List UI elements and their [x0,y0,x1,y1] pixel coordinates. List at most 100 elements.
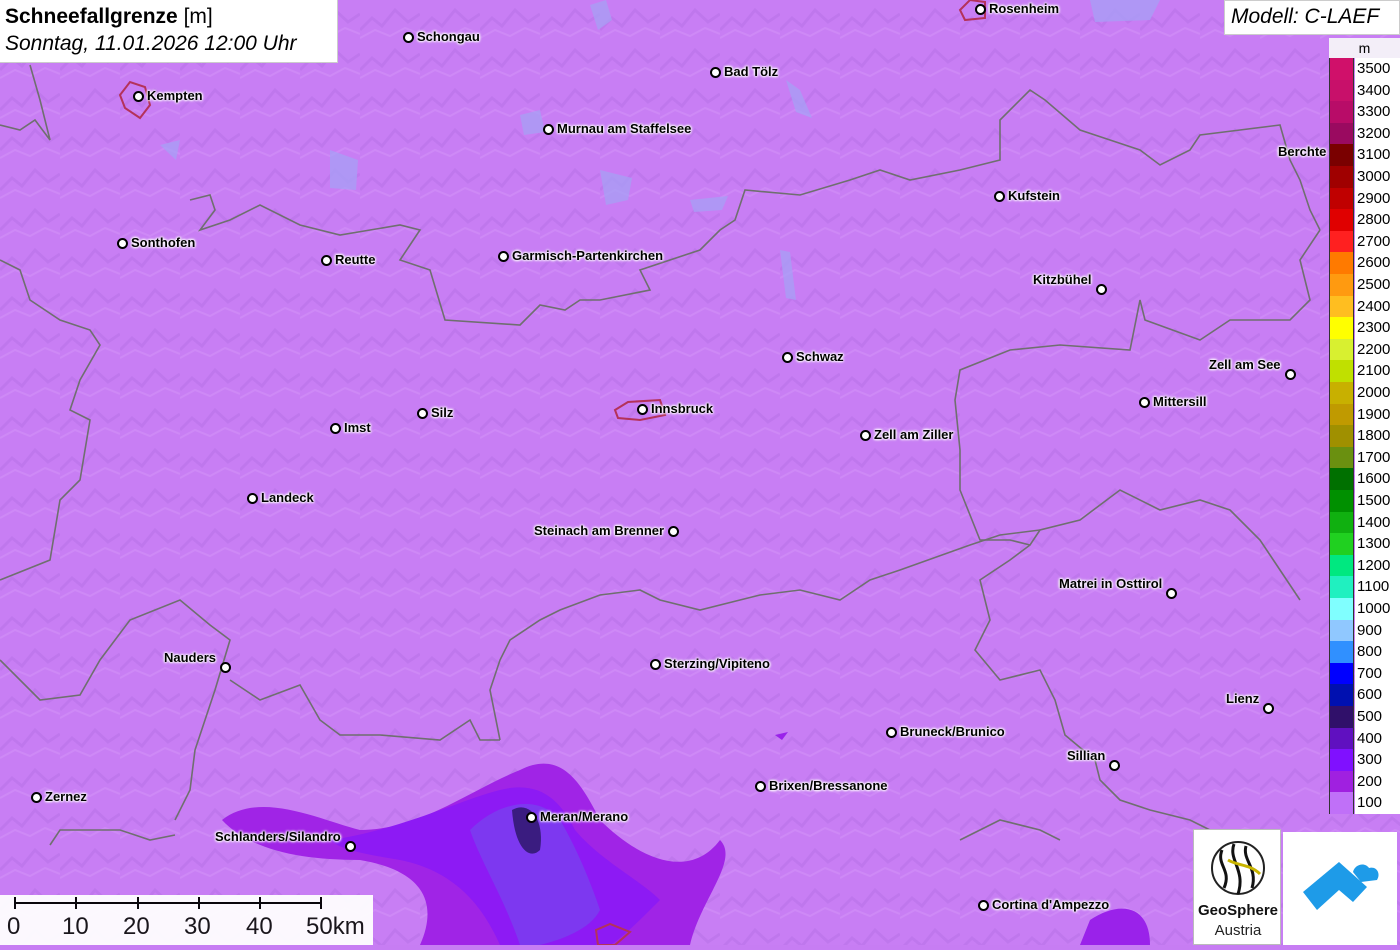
city-label[interactable]: Meran/Merano [540,809,628,824]
city-marker[interactable] [859,429,871,441]
city-label[interactable]: Sillian [1067,748,1105,763]
scale-tick [14,897,16,909]
city-label[interactable]: Sterzing/Vipiteno [664,656,770,671]
city-marker[interactable] [636,403,648,415]
city-marker[interactable] [977,899,989,911]
legend-row: 600 [1329,684,1400,706]
city-label[interactable]: Cortina d'Ampezzo [992,897,1109,912]
city-label[interactable]: Kitzbühel [1033,272,1092,287]
city-label[interactable]: Zell am See [1209,357,1281,372]
legend-swatch [1329,662,1354,685]
city-label[interactable]: Schongau [417,29,480,44]
city-marker[interactable] [344,840,356,852]
legend-swatch [1329,274,1354,296]
city-label[interactable]: Kempten [147,88,203,103]
city-label[interactable]: Zell am Ziller [874,427,953,442]
legend-row: 2900 [1329,187,1400,210]
city-label[interactable]: Innsbruck [651,401,713,416]
legend-row: 900 [1329,619,1400,642]
city-label[interactable]: Rosenheim [989,1,1059,16]
city-label[interactable]: Steinach am Brenner [534,523,664,538]
legend-row: 1900 [1329,403,1400,426]
city-marker[interactable] [246,492,258,504]
city-marker[interactable] [885,726,897,738]
city-marker[interactable] [709,66,721,78]
legend-swatch [1329,641,1354,663]
legend-swatch [1329,58,1354,80]
geosphere-mark-icon [1211,841,1265,895]
city-label[interactable]: Bruneck/Brunico [900,724,1005,739]
legend-label: 1600 [1355,468,1400,490]
city-marker[interactable] [116,237,128,249]
city-marker[interactable] [1095,283,1107,295]
city-marker[interactable] [402,31,414,43]
city-label[interactable]: Nauders [164,650,216,665]
city-label[interactable]: Mittersill [1153,394,1206,409]
legend-swatch [1329,749,1354,771]
city-label[interactable]: Bad Tölz [724,64,778,79]
city-marker[interactable] [416,407,428,419]
city-marker[interactable] [649,658,661,670]
city-marker[interactable] [329,422,341,434]
map-canvas[interactable] [0,0,1400,945]
legend-label: 300 [1355,749,1400,771]
legend-row: 2000 [1329,382,1400,404]
geosphere-logo[interactable]: GeoSphere Austria [1193,829,1281,945]
city-marker[interactable] [320,254,332,266]
city-marker[interactable] [1262,702,1274,714]
city-marker[interactable] [219,661,231,673]
legend-label: 2800 [1355,209,1400,231]
city-marker[interactable] [525,811,537,823]
snowline-field [0,0,1400,945]
city-label[interactable]: Brixen/Bressanone [769,778,888,793]
legend-unit: m [1329,38,1400,58]
city-marker[interactable] [497,250,509,262]
legend-swatch [1329,101,1354,123]
legend-label: 1800 [1355,425,1400,447]
legend-label: 2400 [1355,295,1400,318]
legend-row: 1500 [1329,490,1400,512]
city-label[interactable]: Sonthofen [131,235,195,250]
legend-swatch [1329,511,1354,534]
city-label[interactable]: Zernez [45,789,87,804]
legend-label: 3100 [1355,144,1400,166]
city-label[interactable]: Lienz [1226,691,1259,706]
city-marker[interactable] [667,525,679,537]
city-marker[interactable] [1284,368,1296,380]
city-label[interactable]: Kufstein [1008,188,1060,203]
city-label[interactable]: Murnau am Staffelsee [557,121,691,136]
legend-swatch [1329,295,1354,318]
city-marker[interactable] [1165,587,1177,599]
city-label[interactable]: Reutte [335,252,375,267]
legend-label: 2300 [1355,317,1400,339]
city-label[interactable]: Schwaz [796,349,844,364]
city-marker[interactable] [132,90,144,102]
city-label[interactable]: Garmisch-Partenkirchen [512,248,663,263]
legend-swatch [1329,619,1354,642]
city-label[interactable]: Berchte [1278,144,1326,159]
legend-swatch [1329,425,1354,447]
city-marker[interactable] [754,780,766,792]
legend-row: 1300 [1329,533,1400,555]
city-marker[interactable] [1108,759,1120,771]
city-marker[interactable] [542,123,554,135]
city-label[interactable]: Imst [344,420,371,435]
legend-row: 700 [1329,662,1400,685]
city-label[interactable]: Schlanders/Silandro [215,829,341,844]
city-label[interactable]: Matrei in Osttirol [1059,576,1162,591]
city-label[interactable]: Landeck [261,490,314,505]
city-marker[interactable] [30,791,42,803]
city-marker[interactable] [993,190,1005,202]
legend-label: 3200 [1355,122,1400,145]
city-marker[interactable] [1138,396,1150,408]
legend-label: 700 [1355,662,1400,685]
legend-label: 1200 [1355,554,1400,577]
weather-app-logo[interactable] [1283,832,1397,945]
city-label[interactable]: Silz [431,405,453,420]
city-marker[interactable] [781,351,793,363]
city-marker[interactable] [974,3,986,15]
legend-swatch [1329,144,1354,166]
scale-tick [259,897,261,909]
legend-label: 2500 [1355,274,1400,296]
legend-swatch [1329,360,1354,382]
